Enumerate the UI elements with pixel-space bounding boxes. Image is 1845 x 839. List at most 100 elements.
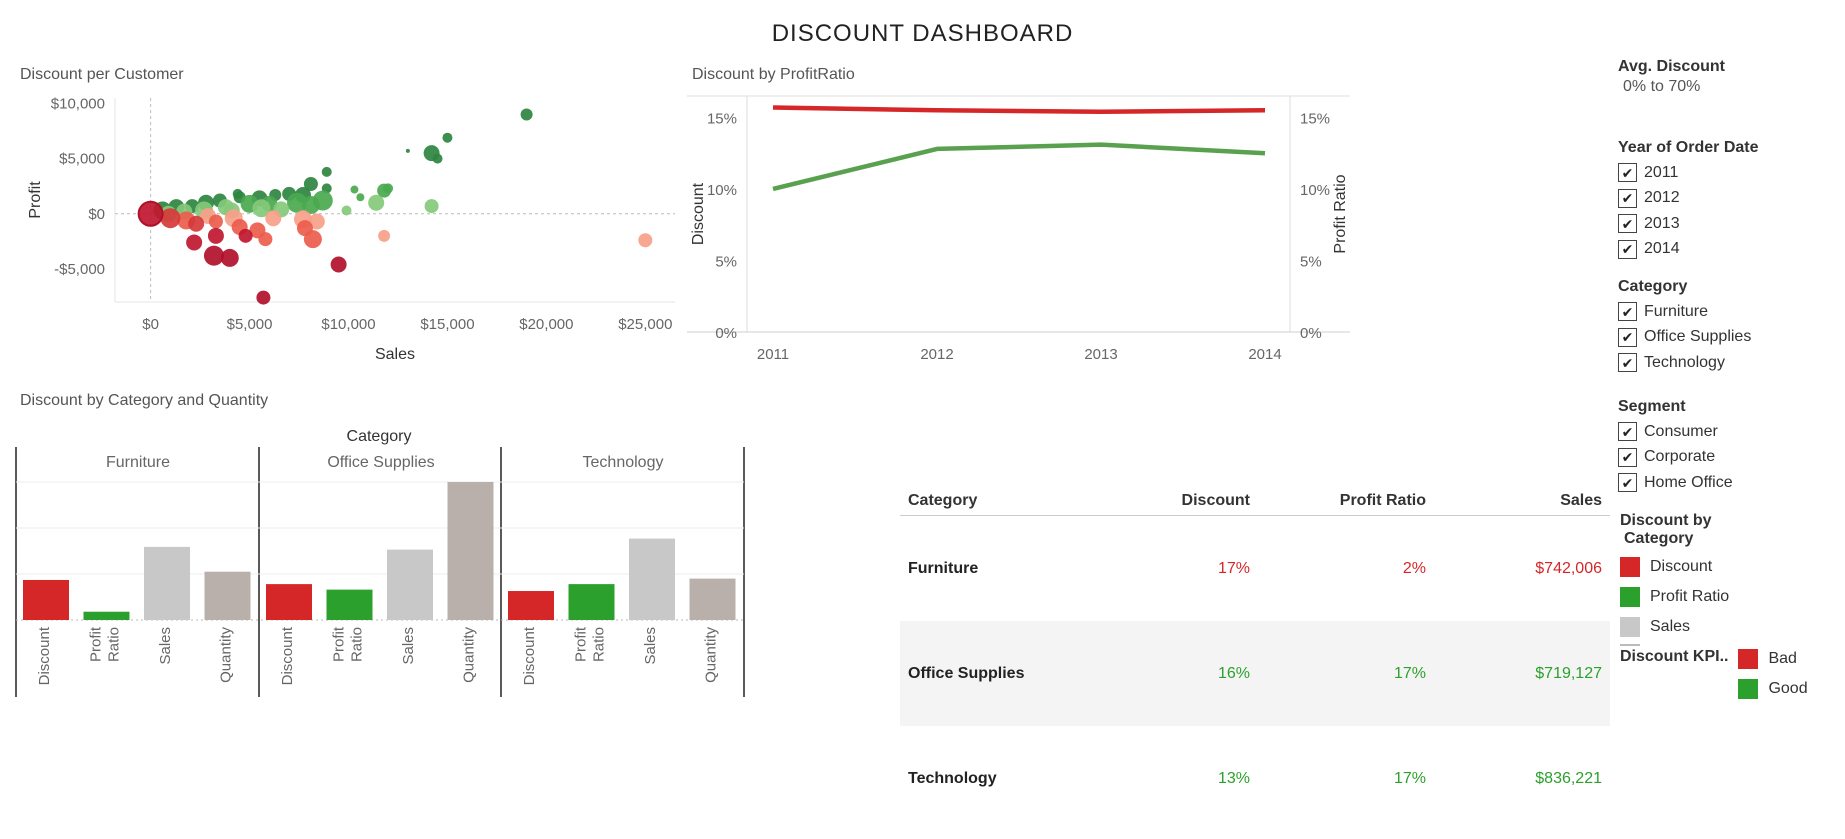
year-option-2011[interactable]: ✔ 2011 [1618,160,1838,186]
scatter-point[interactable] [232,188,243,199]
scatter-point[interactable] [303,230,322,249]
scatter-point[interactable] [330,256,347,273]
checkbox-checked-icon[interactable]: ✔ [1618,353,1637,373]
category-legend-item[interactable]: Profit Ratio [1620,582,1840,612]
segment-option-home-office[interactable]: ✔ Home Office [1618,470,1838,496]
bar-chart[interactable]: CategoryFurnitureDiscount Profit Ratio Sale… [0,420,760,710]
bar-sales[interactable] [144,546,190,620]
scatter-point[interactable] [424,199,439,214]
scatter-point[interactable] [341,205,352,216]
scatter-chart[interactable]: -$5,000 $0 $5,000 $10,000 $0 $5,000 $10,000 $15… [0,90,680,380]
bar-sales[interactable] [629,538,675,620]
scatter-point[interactable] [160,208,181,229]
category-legend-item[interactable]: Sales [1620,612,1840,642]
table-row[interactable]: Technology 13% 17% $836,221 [900,726,1610,831]
checkbox-checked-icon[interactable]: ✔ [1618,188,1637,208]
table-row[interactable]: Office Supplies 16% 17% $719,127 [900,621,1610,726]
category-legend-item[interactable]: Discount [1620,552,1840,582]
bar-discount[interactable] [23,579,69,620]
bar-sales[interactable] [387,549,433,620]
bar-quantity[interactable] [447,482,494,620]
bar-group-header: Office Supplies [327,454,434,471]
category-option-furniture[interactable]: ✔ Furniture [1618,299,1838,325]
scatter-point[interactable] [350,185,359,194]
scatter-point[interactable] [321,166,332,177]
bar-profit-ratio[interactable] [568,584,615,620]
checkbox-checked-icon[interactable]: ✔ [1618,163,1637,183]
kpi-legend-item[interactable]: Good [1738,674,1808,704]
table-header-sales[interactable]: Sales [1432,492,1608,510]
checkbox-checked-icon[interactable]: ✔ [1618,327,1637,347]
checkbox-checked-icon[interactable]: ✔ [1618,447,1637,467]
scatter-point[interactable] [368,194,385,211]
category-option-label: Technology [1644,353,1725,371]
year-option-2013[interactable]: ✔ 2013 [1618,211,1838,237]
year-option-2012[interactable]: ✔ 2012 [1618,186,1838,212]
scatter-point[interactable] [188,215,205,232]
category-checkbox-list: ✔ Furniture ✔ Office Supplies ✔ Technology [1618,299,1838,376]
scatter-point[interactable] [265,210,282,227]
line-right-tick-label: 0% [1300,325,1322,342]
category-option-office-supplies[interactable]: ✔ Office Supplies [1618,325,1838,351]
table-header-discount[interactable]: Discount [1080,492,1256,510]
scatter-point[interactable] [208,214,223,229]
scatter-point[interactable] [238,228,253,243]
scatter-x-tick-label: $5,000 [227,316,273,333]
bar-discount[interactable] [508,591,554,620]
scatter-point[interactable] [638,233,653,248]
scatter-point[interactable] [432,153,443,164]
scatter-point[interactable] [356,193,365,202]
segment-option-consumer[interactable]: ✔ Consumer [1618,419,1838,445]
bar-quantity[interactable] [689,578,736,620]
scatter-point[interactable] [186,234,203,251]
scatter-x-tick-label: $15,000 [420,316,474,333]
table-header-profit-ratio[interactable]: Profit Ratio [1256,492,1432,510]
scatter-point[interactable] [207,227,224,244]
bar-profit-ratio[interactable] [326,589,373,620]
scatter-point[interactable] [203,245,224,266]
legend-swatch [1620,617,1640,637]
scatter-point[interactable] [378,229,391,242]
category-legend-label: Discount [1650,558,1713,575]
bar-measure-label: Profit [331,626,348,662]
scatter-point[interactable] [520,108,533,121]
checkbox-checked-icon[interactable]: ✔ [1618,422,1637,442]
segment-option-corporate[interactable]: ✔ Corporate [1618,445,1838,471]
checkbox-checked-icon[interactable]: ✔ [1618,214,1637,234]
line-left-tick-label: 10% [707,182,737,199]
line-plot-frame [746,95,1291,333]
table-cell-discount: 17% [1217,559,1250,577]
table-body: Furniture 17% 2% $742,006 Office Supplies 16%… [900,516,1610,831]
line-x-tick-label: 2013 [1084,346,1117,363]
table-header-row: Category Discount Profit Ratio Sales [900,486,1610,516]
legend-swatch [1738,679,1759,699]
scatter-point[interactable] [256,290,271,305]
profit-ratio-series-line[interactable] [772,142,1266,192]
table-row[interactable]: Furniture 17% 2% $742,006 [900,516,1610,621]
category-option-technology[interactable]: ✔ Technology [1618,350,1838,376]
scatter-x-tick-label: $0 [142,316,159,333]
bar-discount[interactable] [266,584,312,620]
bar-profit-ratio[interactable] [83,611,130,620]
kpi-legend-item[interactable]: Bad [1738,644,1807,674]
scatter-y-tick-label: $0 [88,206,105,223]
scatter-point[interactable] [405,148,410,153]
scatter-point[interactable] [220,248,239,267]
checkbox-checked-icon[interactable]: ✔ [1618,302,1637,322]
checkbox-checked-icon[interactable]: ✔ [1618,473,1637,493]
scatter-point[interactable] [442,132,453,143]
avg-discount-range[interactable]: 0% to 70% [1618,78,1838,96]
year-option-2014[interactable]: ✔ 2014 [1618,237,1838,263]
line-chart[interactable]: 0% 0% 5% 5% 10% 10% 15% 15% 2011 2012 2013 2014 Disc… [685,90,1355,380]
category-legend: Discount by Category Discount Profit Rati… [1620,512,1840,646]
year-option-label: 2011 [1644,163,1679,181]
kpi-legend: Discount KPI.. Bad Good [1620,644,1845,704]
table-header-category[interactable]: Category [900,492,1080,510]
discount-series-line[interactable] [772,105,1266,114]
checkbox-checked-icon[interactable]: ✔ [1618,239,1637,259]
category-legend-title-line1: Discount by [1620,512,1712,529]
avg-discount-filter[interactable]: Avg. Discount 0% to 70% [1618,58,1838,96]
scatter-point[interactable] [383,183,394,194]
bar-quantity[interactable] [204,571,251,620]
scatter-point[interactable] [258,232,273,247]
